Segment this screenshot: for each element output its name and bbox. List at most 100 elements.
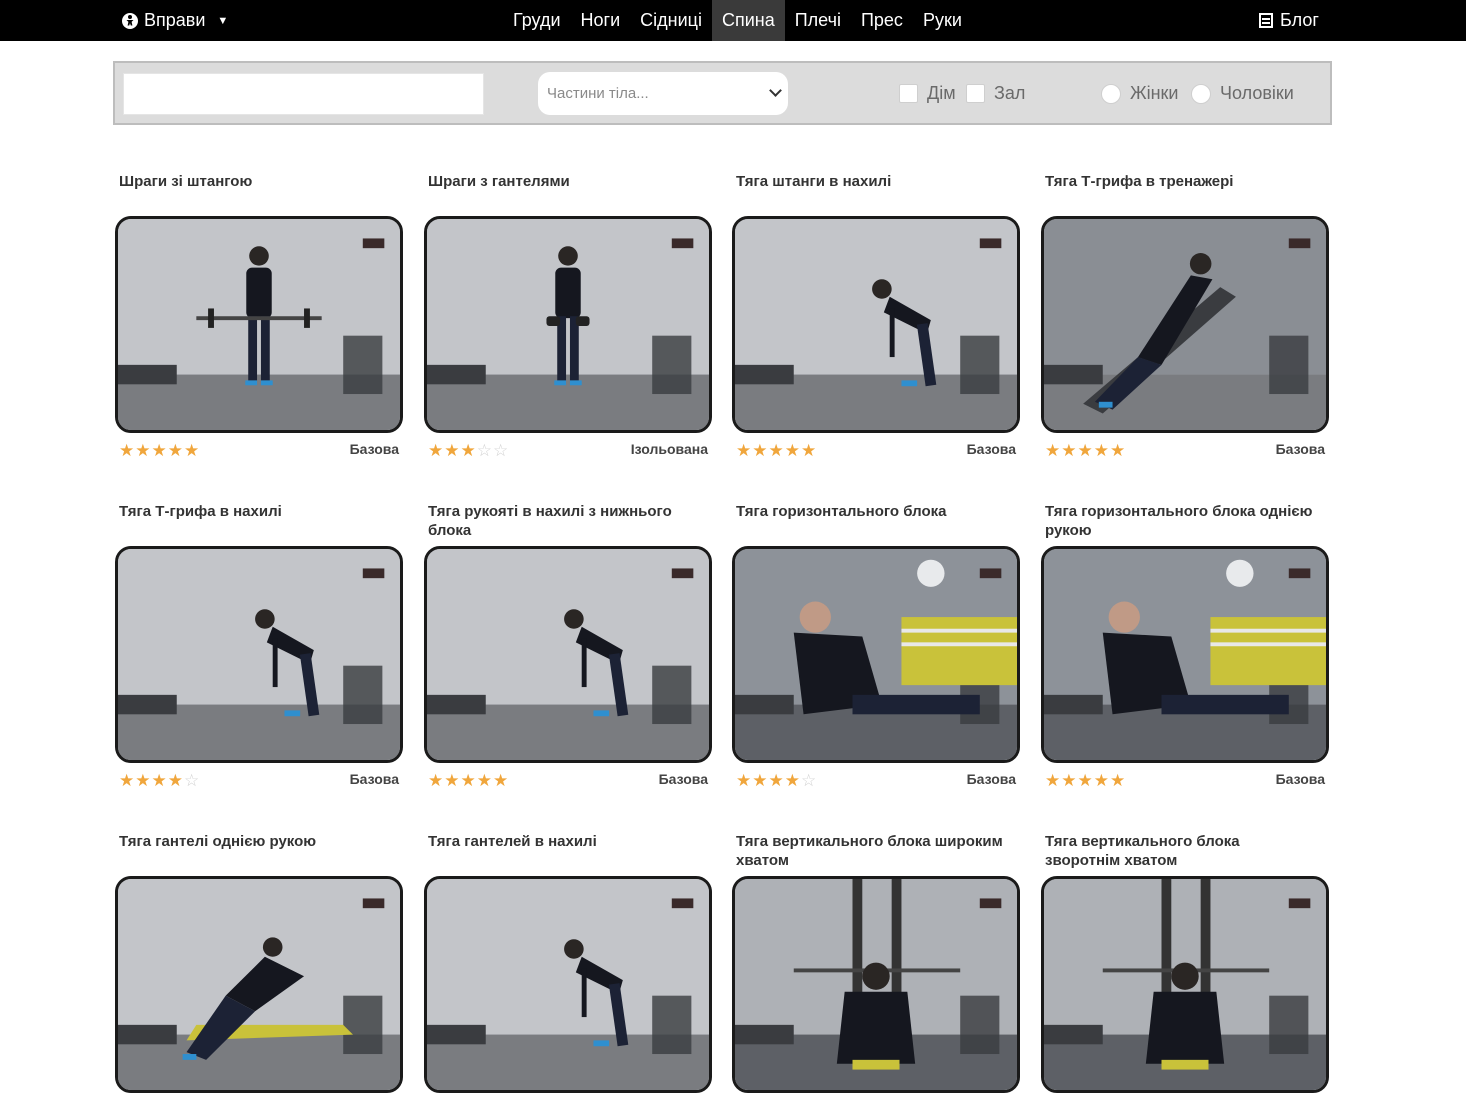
exercise-image[interactable] bbox=[424, 216, 712, 433]
star-filled-icon: ★ bbox=[784, 441, 800, 460]
exercise-title[interactable]: Тяга горизонтального блока однією рукою bbox=[1045, 502, 1315, 540]
caret-down-icon: ▼ bbox=[217, 14, 229, 27]
exercise-card[interactable]: Тяга горизонтального блока однією рукою … bbox=[1040, 502, 1330, 794]
nav-item-chest[interactable]: Груди bbox=[503, 0, 571, 41]
exercise-image[interactable] bbox=[1041, 546, 1329, 763]
home-filter[interactable]: Дім bbox=[899, 83, 956, 104]
exercise-type: Базова bbox=[1275, 441, 1325, 457]
gym-filter[interactable]: Зал bbox=[966, 83, 1025, 104]
star-filled-icon: ★ bbox=[460, 771, 476, 790]
exercise-title[interactable]: Шраги з гантелями bbox=[428, 172, 698, 191]
exercises-menu-label: Вправи bbox=[144, 10, 206, 30]
star-filled-icon: ★ bbox=[736, 771, 752, 790]
star-filled-icon: ★ bbox=[768, 771, 784, 790]
exercise-title[interactable]: Тяга штанги в нахилі bbox=[736, 172, 1006, 191]
star-filled-icon: ★ bbox=[1045, 441, 1061, 460]
nav-item-shoulders[interactable]: Плечі bbox=[785, 0, 851, 41]
star-filled-icon: ★ bbox=[1045, 771, 1061, 790]
exercise-type: Ізольована bbox=[630, 441, 708, 457]
exercise-title[interactable]: Тяга вертикального блока широким хватом bbox=[736, 832, 1006, 870]
women-label: Жінки bbox=[1130, 83, 1179, 103]
exercise-image[interactable] bbox=[424, 546, 712, 763]
exercise-title[interactable]: Тяга гантелей в нахилі bbox=[428, 832, 698, 851]
nav-item-legs[interactable]: Ноги bbox=[571, 0, 631, 41]
exercise-title[interactable]: Шраги зі штангою bbox=[119, 172, 389, 191]
nav-item-glutes[interactable]: Сідниці bbox=[630, 0, 712, 41]
accessibility-figure-icon bbox=[122, 12, 138, 29]
blog-link[interactable]: Блог bbox=[1259, 0, 1319, 41]
exercise-image[interactable] bbox=[115, 546, 403, 763]
star-filled-icon: ★ bbox=[428, 441, 444, 460]
star-filled-icon: ★ bbox=[151, 441, 167, 460]
exercise-image[interactable] bbox=[115, 876, 403, 1093]
exercise-image[interactable] bbox=[1041, 216, 1329, 433]
star-filled-icon: ★ bbox=[768, 441, 784, 460]
exercise-type: Базова bbox=[349, 441, 399, 457]
category-menu: Груди Ноги Сідниці Спина Плечі Прес Руки bbox=[503, 0, 972, 41]
exercise-title[interactable]: Тяга горизонтального блока bbox=[736, 502, 1006, 521]
star-filled-icon: ★ bbox=[444, 441, 460, 460]
star-filled-icon: ★ bbox=[151, 771, 167, 790]
top-nav: Вправи ▼ Груди Ноги Сідниці Спина Плечі … bbox=[0, 0, 1466, 41]
star-filled-icon: ★ bbox=[784, 771, 800, 790]
star-filled-icon: ★ bbox=[1061, 771, 1077, 790]
women-radio[interactable] bbox=[1101, 83, 1121, 104]
exercise-title[interactable]: Тяга Т-грифа в тренажері bbox=[1045, 172, 1315, 191]
exercise-card[interactable]: Тяга штанги в нахилі ★ ★ ★ ★ ★ Базова bbox=[731, 172, 1021, 464]
gym-checkbox[interactable] bbox=[966, 84, 985, 103]
nav-item-back[interactable]: Спина bbox=[711, 0, 785, 41]
exercise-image[interactable] bbox=[732, 546, 1020, 763]
star-filled-icon: ★ bbox=[444, 771, 460, 790]
men-radio[interactable] bbox=[1191, 83, 1211, 104]
star-filled-icon: ★ bbox=[135, 441, 151, 460]
star-filled-icon: ★ bbox=[752, 441, 768, 460]
exercise-title[interactable]: Тяга вертикального блока зворотнім хвато… bbox=[1045, 832, 1315, 870]
body-parts-select[interactable]: Частини тіла... bbox=[538, 72, 788, 115]
exercise-card[interactable]: Тяга гантелі однією рукою bbox=[114, 832, 404, 1093]
exercises-menu[interactable]: Вправи ▼ bbox=[122, 0, 228, 41]
exercise-image[interactable] bbox=[1041, 876, 1329, 1093]
filter-bar: Частини тіла... Дім Зал Жінки Чоловіки bbox=[113, 61, 1332, 125]
rating-stars: ★ ★ ★ ☆ ☆ bbox=[428, 442, 508, 459]
men-filter[interactable]: Чоловіки bbox=[1191, 83, 1294, 104]
exercise-image[interactable] bbox=[732, 876, 1020, 1093]
star-filled-icon: ★ bbox=[1077, 771, 1093, 790]
exercise-image[interactable] bbox=[115, 216, 403, 433]
body-parts-placeholder: Частини тіла... bbox=[547, 85, 649, 102]
exercise-card[interactable]: Шраги з гантелями ★ ★ ★ ☆ ☆ Ізольована bbox=[423, 172, 713, 464]
exercise-title[interactable]: Тяга гантелі однією рукою bbox=[119, 832, 389, 851]
star-filled-icon: ★ bbox=[493, 771, 509, 790]
exercise-image[interactable] bbox=[424, 876, 712, 1093]
exercise-card[interactable]: Тяга Т-грифа в нахилі ★ ★ ★ ★ ☆ Базова bbox=[114, 502, 404, 794]
rating-stars: ★ ★ ★ ★ ☆ bbox=[119, 772, 199, 789]
exercise-card[interactable]: Тяга рукояті в нахилі з нижнього блока ★… bbox=[423, 502, 713, 794]
home-label: Дім bbox=[927, 83, 956, 103]
exercise-card[interactable]: Тяга вертикального блока зворотнім хвато… bbox=[1040, 832, 1330, 1093]
exercise-card[interactable]: Шраги зі штангою ★ ★ ★ ★ ★ Базова bbox=[114, 172, 404, 464]
exercise-type: Базова bbox=[658, 771, 708, 787]
rating-stars: ★ ★ ★ ★ ★ bbox=[1045, 772, 1125, 789]
nav-item-arms[interactable]: Руки bbox=[913, 0, 972, 41]
exercise-title[interactable]: Тяга Т-грифа в нахилі bbox=[119, 502, 389, 521]
star-filled-icon: ★ bbox=[167, 441, 183, 460]
exercise-card[interactable]: Тяга горизонтального блока ★ ★ ★ ★ ☆ Базова bbox=[731, 502, 1021, 794]
search-input[interactable] bbox=[123, 73, 484, 115]
rating-stars: ★ ★ ★ ★ ★ bbox=[119, 442, 199, 459]
exercise-image[interactable] bbox=[732, 216, 1020, 433]
star-empty-icon: ☆ bbox=[493, 441, 509, 460]
star-filled-icon: ★ bbox=[167, 771, 183, 790]
home-checkbox[interactable] bbox=[899, 84, 918, 103]
nav-item-abs[interactable]: Прес bbox=[851, 0, 913, 41]
men-label: Чоловіки bbox=[1220, 83, 1294, 103]
exercise-card[interactable]: Тяга Т-грифа в тренажері ★ ★ ★ ★ ★ Базова bbox=[1040, 172, 1330, 464]
star-filled-icon: ★ bbox=[1110, 441, 1126, 460]
women-filter[interactable]: Жінки bbox=[1101, 83, 1179, 104]
exercise-card[interactable]: Тяга гантелей в нахилі bbox=[423, 832, 713, 1093]
exercise-card[interactable]: Тяга вертикального блока широким хватом bbox=[731, 832, 1021, 1093]
exercise-type: Базова bbox=[966, 771, 1016, 787]
star-filled-icon: ★ bbox=[460, 441, 476, 460]
star-empty-icon: ☆ bbox=[184, 771, 200, 790]
exercise-type: Базова bbox=[349, 771, 399, 787]
exercise-title[interactable]: Тяга рукояті в нахилі з нижнього блока bbox=[428, 502, 698, 540]
star-filled-icon: ★ bbox=[184, 441, 200, 460]
